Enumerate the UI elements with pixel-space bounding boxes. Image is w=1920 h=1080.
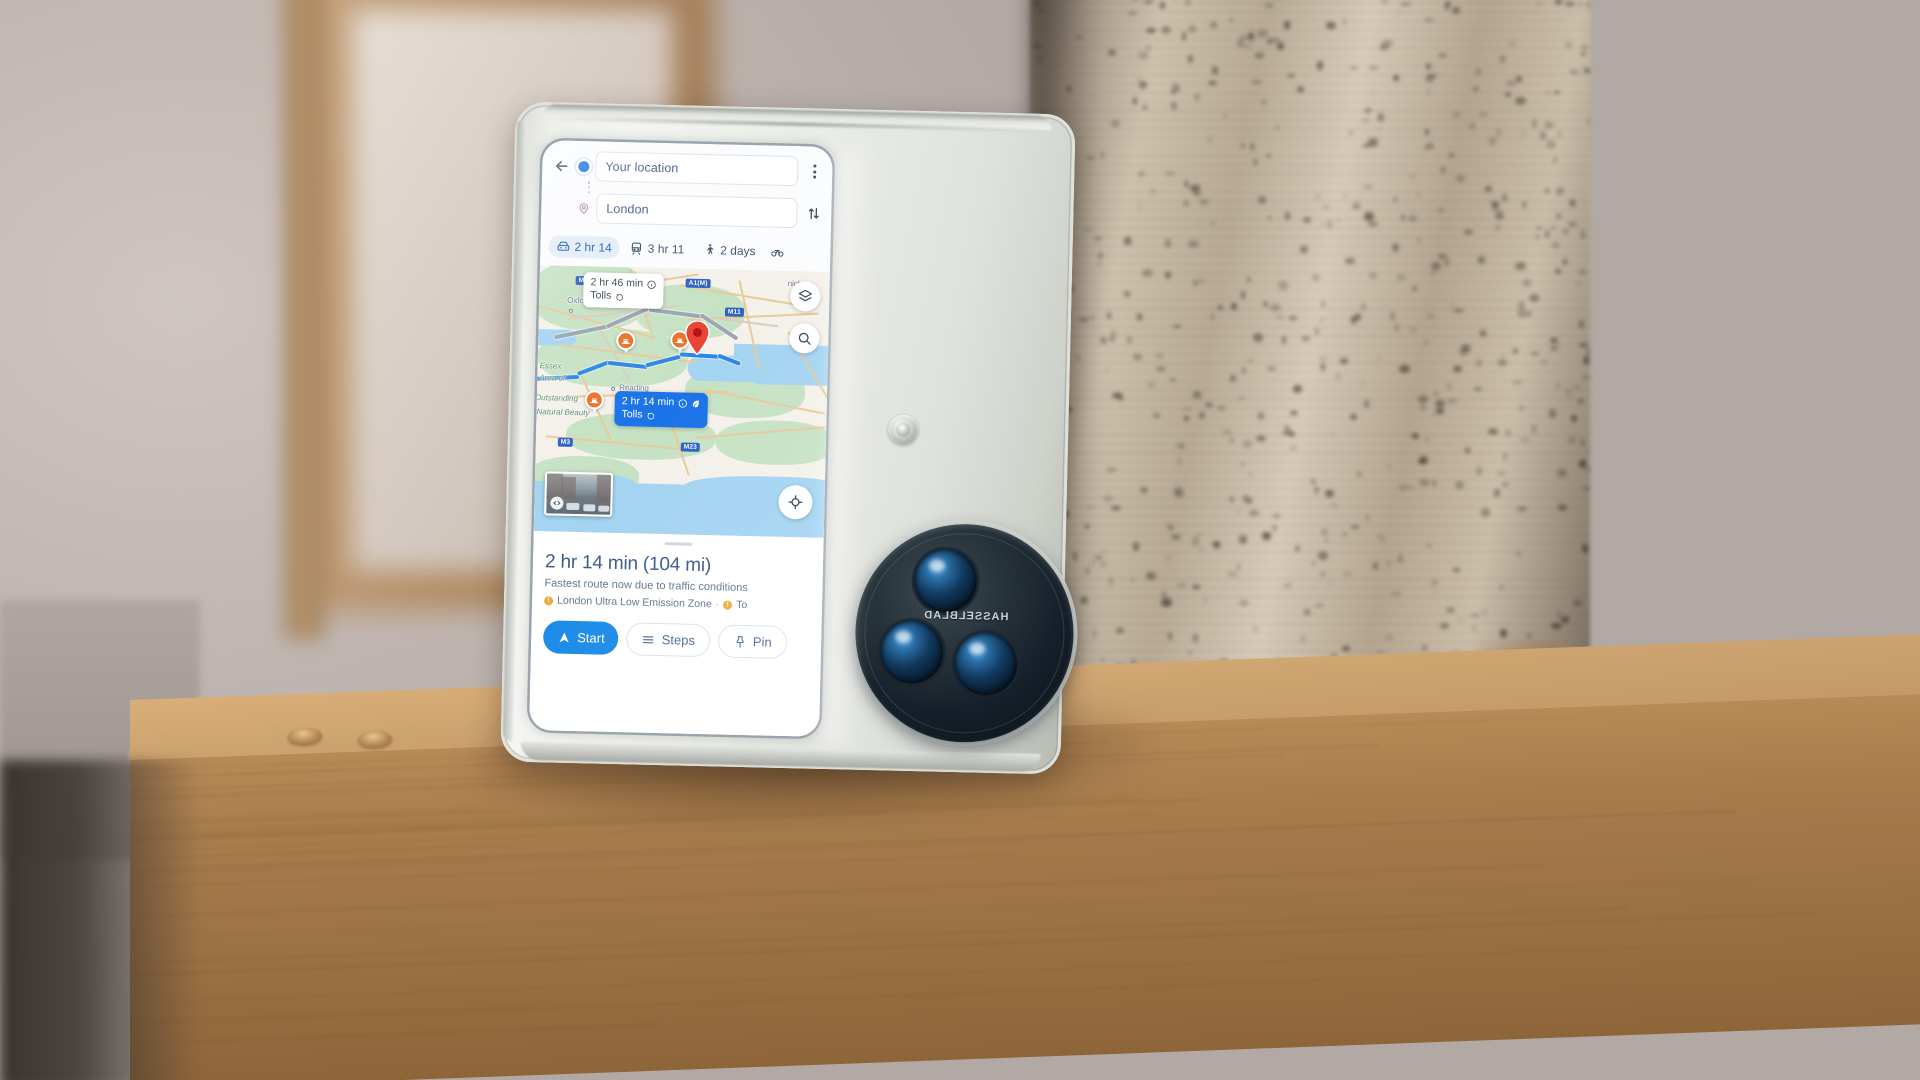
warning-dot-icon: !: [723, 600, 733, 610]
walk-icon: [707, 244, 714, 255]
sv-building: [561, 476, 577, 500]
steps-list-icon: [643, 635, 655, 643]
start-button[interactable]: Start: [542, 620, 620, 656]
selected-route-callout[interactable]: 2 hr 14 min Tolls: [614, 390, 708, 428]
sv-car: [598, 505, 610, 512]
layers-icon: [798, 289, 813, 302]
directions-header: Your location London: [540, 140, 833, 237]
eco-leaf-icon: [692, 400, 699, 408]
toll-coin-icon: [616, 294, 623, 301]
route-eta: 2 hr 14 min (104 mi): [544, 551, 712, 577]
sv-building: [596, 474, 614, 503]
more-vertical-icon[interactable]: [804, 164, 824, 179]
search-icon: [798, 332, 811, 345]
road-shield-m23: M23: [680, 442, 701, 452]
car-icon: [557, 241, 570, 251]
travel-mode-transit-label: 3 hr 11: [647, 241, 685, 257]
warning-dot-icon: !: [544, 595, 554, 606]
connector-dots-icon: [578, 181, 600, 194]
pan-arrows-icon: [553, 501, 561, 506]
destination-value: London: [606, 201, 649, 217]
toll-coin-icon: [647, 413, 655, 420]
shelf-shadow-left: [0, 760, 200, 1080]
alternate-route-callout[interactable]: 2 hr 46 min Tolls: [583, 272, 664, 309]
destination-input[interactable]: London: [596, 193, 798, 229]
map-label-essex: Essex: [539, 361, 562, 371]
warning-tolls-label: To: [736, 598, 748, 612]
recenter-icon: [788, 495, 803, 510]
swap-vertical-icon[interactable]: [803, 205, 823, 221]
map-label-outstanding: Outstanding: [534, 393, 579, 404]
road-shield-m11: M11: [724, 307, 744, 317]
origin-input[interactable]: Your location: [594, 151, 799, 187]
map-destination-pin-icon[interactable]: [684, 320, 711, 356]
travel-mode-walking-label: 2 days: [720, 243, 756, 259]
transit-icon: [632, 242, 642, 255]
back-arrow-icon[interactable]: [550, 154, 573, 177]
route-warnings: ! London Ultra Low Emission Zone · ! To: [544, 594, 810, 612]
callout-note-row: Tolls: [590, 290, 656, 305]
cover-screen: Your location London 2 hr 14 3 hr 11 2 d…: [529, 140, 833, 737]
origin-value: Your location: [605, 159, 679, 176]
map-label-natural-beauty: Natural Beauty: [536, 407, 590, 418]
travel-mode-driving[interactable]: 2 hr 14: [548, 235, 621, 259]
route-actions: Start Steps Pin: [542, 620, 810, 660]
street-view-pegman-badge: [550, 496, 564, 510]
travel-mode-driving-label: 2 hr 14: [574, 239, 612, 255]
decorative-vase: [1030, 0, 1590, 750]
map-label-area-of: Area of: [539, 373, 566, 383]
foldable-phone: Your location London 2 hr 14 3 hr 11 2 d…: [500, 101, 1076, 775]
route-details-sheet: 2 hr 14 min (104 mi) Fastest route now d…: [529, 531, 824, 737]
start-button-label: Start: [577, 630, 605, 646]
bicycle-icon: [771, 249, 784, 257]
pin-icon: [736, 635, 744, 648]
destination-pin-icon: [579, 202, 589, 214]
callout-note-row: Tolls: [621, 409, 700, 424]
info-icon[interactable]: [677, 398, 687, 408]
map-canvas[interactable]: Oxford Reading Essex Area of Outstanding…: [533, 265, 830, 538]
info-icon[interactable]: [646, 279, 656, 289]
travel-mode-tabs: 2 hr 14 3 hr 11 2 days: [540, 230, 831, 272]
sheet-grabber[interactable]: [664, 542, 693, 546]
selected-route-duration: 2 hr 14 min: [621, 395, 675, 409]
street-view-thumbnail[interactable]: [544, 471, 614, 517]
picture-frame-edge: [286, 0, 322, 640]
alt-route-note: Tolls: [590, 289, 612, 303]
sv-car: [583, 504, 596, 512]
pin-button-label: Pin: [752, 634, 772, 650]
sv-car: [566, 502, 580, 511]
travel-mode-cycling[interactable]: [765, 240, 790, 263]
destination-row: London: [549, 192, 824, 229]
warning-ulez-label: London Ultra Low Emission Zone: [556, 594, 712, 611]
road-shield-m3: M3: [557, 437, 574, 447]
city-dot: [568, 308, 573, 313]
navigation-icon: [559, 632, 569, 643]
travel-mode-transit[interactable]: 3 hr 11: [622, 237, 693, 261]
steps-button[interactable]: Steps: [626, 622, 711, 658]
alt-route-duration: 2 hr 46 min: [590, 276, 644, 290]
pin-button[interactable]: Pin: [717, 624, 788, 660]
route-subtext: Fastest route now due to traffic conditi…: [544, 577, 749, 595]
city-dot: [611, 386, 616, 391]
warning-separator: ·: [715, 598, 720, 611]
selected-route-note: Tolls: [621, 408, 643, 422]
origin-dot-icon: [578, 160, 590, 172]
travel-mode-walking[interactable]: 2 days: [694, 239, 764, 263]
road-shield-a1m: A1(M): [685, 278, 711, 289]
steps-button-label: Steps: [661, 632, 696, 648]
